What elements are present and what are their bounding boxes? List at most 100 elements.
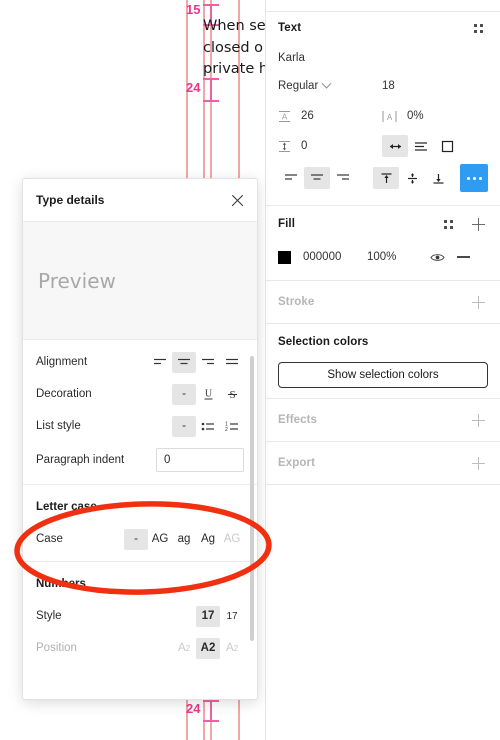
fill-section: Fill 000000 100% bbox=[266, 206, 500, 280]
show-selection-colors-button[interactable]: Show selection colors bbox=[278, 362, 488, 388]
number-style-lining-option[interactable]: 17 bbox=[196, 605, 220, 627]
canvas-text-line: private h bbox=[203, 61, 265, 77]
align-right-icon[interactable] bbox=[330, 167, 356, 189]
decoration-options: - U S bbox=[172, 383, 244, 405]
strikethrough-icon[interactable]: S bbox=[220, 384, 244, 405]
font-family-value: Karla bbox=[278, 52, 305, 64]
eye-icon[interactable] bbox=[427, 247, 447, 267]
align-justify-icon[interactable] bbox=[220, 352, 244, 373]
align-middle-icon[interactable] bbox=[399, 167, 425, 189]
auto-width-icon[interactable] bbox=[382, 135, 408, 157]
case-none-option[interactable]: - bbox=[124, 528, 148, 550]
number-position-options: A2 A2 A2 bbox=[172, 637, 244, 659]
paragraph-spacing-field[interactable]: 0 bbox=[278, 140, 382, 153]
section-divider bbox=[266, 484, 500, 485]
fill-opacity-value[interactable]: 100% bbox=[367, 251, 427, 263]
close-icon[interactable] bbox=[231, 194, 244, 207]
minus-icon[interactable] bbox=[453, 247, 473, 267]
bulleted-list-icon[interactable] bbox=[196, 416, 220, 437]
case-label: Case bbox=[36, 533, 63, 545]
plus-icon[interactable] bbox=[468, 453, 488, 473]
align-right-icon[interactable] bbox=[196, 352, 220, 373]
case-titlecase-option[interactable]: Ag bbox=[196, 529, 220, 550]
decoration-label: Decoration bbox=[36, 388, 92, 400]
alignment-row: Alignment bbox=[23, 346, 257, 378]
grip-dots-icon[interactable] bbox=[468, 18, 488, 38]
number-style-oldstyle-option[interactable]: 17 bbox=[220, 606, 244, 627]
paragraph-indent-label: Paragraph indent bbox=[36, 454, 125, 466]
fill-section-title: Fill bbox=[278, 218, 296, 230]
auto-height-icon[interactable] bbox=[408, 135, 434, 157]
plus-icon[interactable] bbox=[468, 292, 488, 312]
fill-color-swatch[interactable] bbox=[278, 250, 291, 264]
effects-section-title: Effects bbox=[278, 414, 318, 426]
align-bottom-icon[interactable] bbox=[425, 167, 451, 189]
font-style-value: Regular bbox=[278, 80, 319, 92]
fill-section-header: Fill bbox=[278, 206, 488, 242]
more-options-icon[interactable] bbox=[460, 164, 488, 192]
plus-icon[interactable] bbox=[468, 410, 488, 430]
measurement-label: 24 bbox=[186, 701, 201, 716]
fill-color-row: 000000 100% bbox=[278, 242, 488, 272]
paragraph-spacing-icon bbox=[278, 140, 291, 153]
case-smallcaps-option[interactable]: AG bbox=[220, 529, 244, 550]
paragraph-indent-row: Paragraph indent 0 bbox=[23, 442, 257, 478]
stroke-section: Stroke bbox=[266, 281, 500, 323]
numbers-section-header: Numbers bbox=[23, 568, 257, 600]
svg-text:A: A bbox=[387, 113, 393, 122]
chevron-down-icon bbox=[321, 78, 332, 89]
list-style-label: List style bbox=[36, 420, 81, 432]
font-style-select[interactable]: Regular bbox=[278, 78, 382, 92]
list-style-none-option[interactable]: - bbox=[172, 415, 196, 437]
text-section-title: Text bbox=[278, 22, 302, 34]
dialog-header: Type details bbox=[23, 179, 257, 222]
letter-case-section-title: Letter case bbox=[36, 501, 97, 513]
subscript-icon[interactable]: A2 bbox=[172, 638, 196, 659]
canvas-text-line: When se bbox=[203, 18, 265, 34]
case-lowercase-option[interactable]: ag bbox=[172, 529, 196, 550]
numbered-list-icon[interactable]: 12 bbox=[220, 416, 244, 437]
dialog-divider bbox=[23, 561, 257, 562]
number-style-label: Style bbox=[36, 610, 62, 622]
align-left-icon[interactable] bbox=[278, 167, 304, 189]
superscript-icon[interactable]: A2 bbox=[220, 638, 244, 659]
export-section-title: Export bbox=[278, 457, 316, 469]
dialog-divider bbox=[23, 484, 257, 485]
plus-icon[interactable] bbox=[468, 214, 488, 234]
letter-case-section-header: Letter case bbox=[23, 491, 257, 523]
list-style-options: - 12 bbox=[172, 415, 244, 437]
letter-spacing-field[interactable]: A 0% bbox=[382, 110, 424, 123]
decoration-none-option[interactable]: - bbox=[172, 383, 196, 405]
effects-section-header: Effects bbox=[278, 399, 488, 441]
case-options: - AG ag Ag AG bbox=[124, 528, 244, 550]
selection-colors-title: Selection colors bbox=[278, 336, 369, 348]
alignment-options bbox=[148, 351, 244, 373]
case-uppercase-option[interactable]: AG bbox=[148, 529, 172, 550]
paragraph-indent-input[interactable]: 0 bbox=[156, 448, 244, 472]
font-family-row[interactable]: Karla bbox=[278, 45, 488, 71]
svg-text:2: 2 bbox=[225, 427, 228, 432]
export-section-header: Export bbox=[278, 442, 488, 484]
stroke-section-title: Stroke bbox=[278, 296, 315, 308]
fixed-size-icon[interactable] bbox=[434, 135, 460, 157]
normal-position-option[interactable]: A2 bbox=[196, 637, 220, 659]
line-height-field[interactable]: A 26 bbox=[278, 110, 382, 123]
align-top-icon[interactable] bbox=[373, 167, 399, 189]
underline-icon[interactable]: U bbox=[196, 384, 220, 405]
dialog-body: Alignment Decoration - U List style - 1 … bbox=[23, 346, 257, 699]
resize-mode-group bbox=[382, 135, 460, 157]
grip-dots-icon[interactable] bbox=[438, 214, 458, 234]
number-position-label: Position bbox=[36, 642, 77, 654]
case-row: Case - AG ag Ag AG bbox=[23, 523, 257, 555]
properties-panel: Text Karla Regular 18 A 26 A 0% 0 Fill 0… bbox=[265, 0, 500, 740]
selection-colors-section: Selection colors Show selection colors bbox=[266, 324, 500, 388]
align-center-icon[interactable] bbox=[172, 351, 196, 373]
numbers-section-title: Numbers bbox=[36, 578, 86, 590]
letter-spacing-value: 0% bbox=[407, 110, 424, 122]
font-size-value[interactable]: 18 bbox=[382, 80, 395, 92]
svg-text:A: A bbox=[282, 112, 288, 121]
align-left-icon[interactable] bbox=[148, 352, 172, 373]
fill-hex-value[interactable]: 000000 bbox=[303, 251, 367, 263]
align-center-icon[interactable] bbox=[304, 167, 330, 189]
dialog-scrollbar[interactable] bbox=[250, 356, 254, 641]
